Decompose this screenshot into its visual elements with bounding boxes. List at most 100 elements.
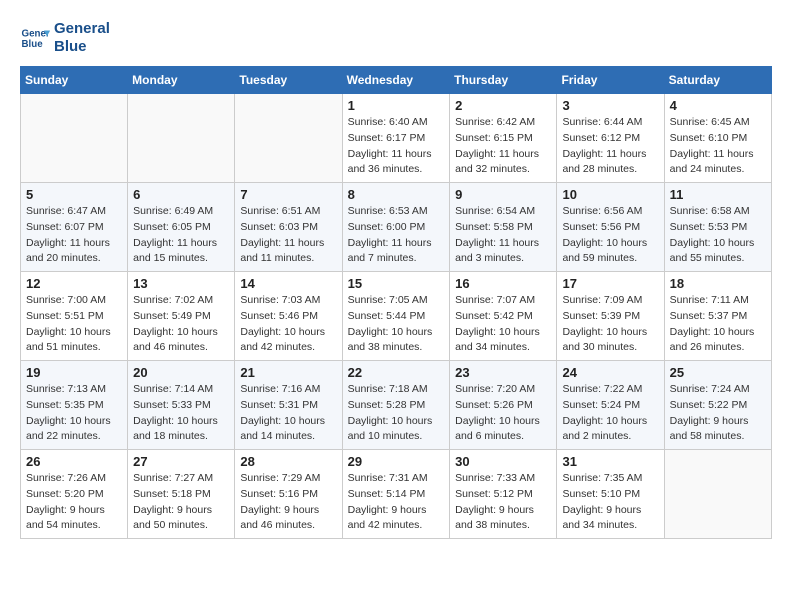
day-info: Sunrise: 7:35 AM Sunset: 5:10 PM Dayligh… bbox=[562, 471, 658, 534]
day-info: Sunrise: 7:22 AM Sunset: 5:24 PM Dayligh… bbox=[562, 382, 658, 445]
day-number: 27 bbox=[133, 454, 229, 469]
day-info: Sunrise: 7:33 AM Sunset: 5:12 PM Dayligh… bbox=[455, 471, 551, 534]
day-number: 9 bbox=[455, 187, 551, 202]
day-info: Sunrise: 7:31 AM Sunset: 5:14 PM Dayligh… bbox=[348, 471, 445, 534]
day-number: 24 bbox=[562, 365, 658, 380]
day-number: 16 bbox=[455, 276, 551, 291]
day-number: 17 bbox=[562, 276, 658, 291]
calendar-cell: 11 Sunrise: 6:58 AM Sunset: 5:53 PM Dayli… bbox=[664, 183, 771, 272]
day-info: Sunrise: 6:42 AM Sunset: 6:15 PM Dayligh… bbox=[455, 115, 551, 178]
calendar-cell: 20 Sunrise: 7:14 AM Sunset: 5:33 PM Dayli… bbox=[128, 361, 235, 450]
calendar-week-row: 19 Sunrise: 7:13 AM Sunset: 5:35 PM Dayli… bbox=[21, 361, 772, 450]
calendar-cell: 8 Sunrise: 6:53 AM Sunset: 6:00 PM Daylig… bbox=[342, 183, 450, 272]
day-number: 25 bbox=[670, 365, 766, 380]
calendar-cell: 12 Sunrise: 7:00 AM Sunset: 5:51 PM Dayli… bbox=[21, 272, 128, 361]
day-number: 22 bbox=[348, 365, 445, 380]
day-number: 1 bbox=[348, 98, 445, 113]
day-number: 21 bbox=[240, 365, 336, 380]
calendar-table: SundayMondayTuesdayWednesdayThursdayFrid… bbox=[20, 66, 772, 539]
logo: General Blue General Blue bbox=[20, 20, 110, 56]
calendar-cell: 27Sunrise: 7:27 AM Sunset: 5:18 PM Dayli… bbox=[128, 450, 235, 539]
calendar-cell: 4 Sunrise: 6:45 AM Sunset: 6:10 PM Daylig… bbox=[664, 94, 771, 183]
calendar-cell: 6Sunrise: 6:49 AM Sunset: 6:05 PM Daylig… bbox=[128, 183, 235, 272]
weekday-header: Wednesday bbox=[342, 67, 450, 94]
calendar-cell: 5 Sunrise: 6:47 AM Sunset: 6:07 PM Daylig… bbox=[21, 183, 128, 272]
day-info: Sunrise: 6:53 AM Sunset: 6:00 PM Dayligh… bbox=[348, 204, 445, 267]
calendar-cell bbox=[21, 94, 128, 183]
day-info: Sunrise: 7:29 AM Sunset: 5:16 PM Dayligh… bbox=[240, 471, 336, 534]
svg-text:Blue: Blue bbox=[22, 39, 44, 50]
weekday-header-row: SundayMondayTuesdayWednesdayThursdayFrid… bbox=[21, 67, 772, 94]
day-info: Sunrise: 6:47 AM Sunset: 6:07 PM Dayligh… bbox=[26, 204, 122, 267]
calendar-cell: 3 Sunrise: 6:44 AM Sunset: 6:12 PM Daylig… bbox=[557, 94, 664, 183]
day-info: Sunrise: 6:40 AM Sunset: 6:17 PM Dayligh… bbox=[348, 115, 445, 178]
day-info: Sunrise: 7:03 AM Sunset: 5:46 PM Dayligh… bbox=[240, 293, 336, 356]
calendar-week-row: 5 Sunrise: 6:47 AM Sunset: 6:07 PM Daylig… bbox=[21, 183, 772, 272]
calendar-cell: 31 Sunrise: 7:35 AM Sunset: 5:10 PM Dayli… bbox=[557, 450, 664, 539]
day-info: Sunrise: 7:16 AM Sunset: 5:31 PM Dayligh… bbox=[240, 382, 336, 445]
calendar-cell: 28Sunrise: 7:29 AM Sunset: 5:16 PM Dayli… bbox=[235, 450, 342, 539]
weekday-header: Monday bbox=[128, 67, 235, 94]
day-info: Sunrise: 7:02 AM Sunset: 5:49 PM Dayligh… bbox=[133, 293, 229, 356]
day-info: Sunrise: 7:13 AM Sunset: 5:35 PM Dayligh… bbox=[26, 382, 122, 445]
page-header: General Blue General Blue bbox=[20, 20, 772, 56]
calendar-cell: 24 Sunrise: 7:22 AM Sunset: 5:24 PM Dayli… bbox=[557, 361, 664, 450]
day-info: Sunrise: 6:45 AM Sunset: 6:10 PM Dayligh… bbox=[670, 115, 766, 178]
day-info: Sunrise: 6:54 AM Sunset: 5:58 PM Dayligh… bbox=[455, 204, 551, 267]
day-info: Sunrise: 7:00 AM Sunset: 5:51 PM Dayligh… bbox=[26, 293, 122, 356]
calendar-cell: 9 Sunrise: 6:54 AM Sunset: 5:58 PM Daylig… bbox=[450, 183, 557, 272]
calendar-cell: 26Sunrise: 7:26 AM Sunset: 5:20 PM Dayli… bbox=[21, 450, 128, 539]
logo-text2: Blue bbox=[54, 38, 110, 56]
day-number: 8 bbox=[348, 187, 445, 202]
day-number: 18 bbox=[670, 276, 766, 291]
day-info: Sunrise: 6:56 AM Sunset: 5:56 PM Dayligh… bbox=[562, 204, 658, 267]
day-info: Sunrise: 7:14 AM Sunset: 5:33 PM Dayligh… bbox=[133, 382, 229, 445]
calendar-week-row: 12 Sunrise: 7:00 AM Sunset: 5:51 PM Dayli… bbox=[21, 272, 772, 361]
day-info: Sunrise: 6:49 AM Sunset: 6:05 PM Dayligh… bbox=[133, 204, 229, 267]
calendar-cell bbox=[664, 450, 771, 539]
calendar-week-row: 26Sunrise: 7:26 AM Sunset: 5:20 PM Dayli… bbox=[21, 450, 772, 539]
calendar-cell: 18 Sunrise: 7:11 AM Sunset: 5:37 PM Dayli… bbox=[664, 272, 771, 361]
day-info: Sunrise: 7:24 AM Sunset: 5:22 PM Dayligh… bbox=[670, 382, 766, 445]
day-info: Sunrise: 7:07 AM Sunset: 5:42 PM Dayligh… bbox=[455, 293, 551, 356]
weekday-header: Sunday bbox=[21, 67, 128, 94]
calendar-cell: 13Sunrise: 7:02 AM Sunset: 5:49 PM Dayli… bbox=[128, 272, 235, 361]
day-number: 4 bbox=[670, 98, 766, 113]
day-info: Sunrise: 7:26 AM Sunset: 5:20 PM Dayligh… bbox=[26, 471, 122, 534]
day-number: 31 bbox=[562, 454, 658, 469]
day-info: Sunrise: 6:58 AM Sunset: 5:53 PM Dayligh… bbox=[670, 204, 766, 267]
day-number: 29 bbox=[348, 454, 445, 469]
calendar-cell: 15 Sunrise: 7:05 AM Sunset: 5:44 PM Dayli… bbox=[342, 272, 450, 361]
weekday-header: Thursday bbox=[450, 67, 557, 94]
day-number: 12 bbox=[26, 276, 122, 291]
day-info: Sunrise: 6:44 AM Sunset: 6:12 PM Dayligh… bbox=[562, 115, 658, 178]
weekday-header: Tuesday bbox=[235, 67, 342, 94]
logo-icon: General Blue bbox=[20, 23, 50, 53]
calendar-cell: 1 Sunrise: 6:40 AM Sunset: 6:17 PM Daylig… bbox=[342, 94, 450, 183]
day-info: Sunrise: 7:11 AM Sunset: 5:37 PM Dayligh… bbox=[670, 293, 766, 356]
day-number: 11 bbox=[670, 187, 766, 202]
calendar-cell: 21 Sunrise: 7:16 AM Sunset: 5:31 PM Dayli… bbox=[235, 361, 342, 450]
day-number: 5 bbox=[26, 187, 122, 202]
day-number: 15 bbox=[348, 276, 445, 291]
day-number: 3 bbox=[562, 98, 658, 113]
calendar-week-row: 1 Sunrise: 6:40 AM Sunset: 6:17 PM Daylig… bbox=[21, 94, 772, 183]
calendar-cell: 30Sunrise: 7:33 AM Sunset: 5:12 PM Dayli… bbox=[450, 450, 557, 539]
calendar-cell bbox=[235, 94, 342, 183]
day-info: Sunrise: 6:51 AM Sunset: 6:03 PM Dayligh… bbox=[240, 204, 336, 267]
calendar-cell: 17Sunrise: 7:09 AM Sunset: 5:39 PM Dayli… bbox=[557, 272, 664, 361]
calendar-cell: 10 Sunrise: 6:56 AM Sunset: 5:56 PM Dayli… bbox=[557, 183, 664, 272]
svg-text:General: General bbox=[22, 29, 51, 40]
day-info: Sunrise: 7:05 AM Sunset: 5:44 PM Dayligh… bbox=[348, 293, 445, 356]
day-number: 2 bbox=[455, 98, 551, 113]
calendar-cell: 22 Sunrise: 7:18 AM Sunset: 5:28 PM Dayli… bbox=[342, 361, 450, 450]
day-number: 7 bbox=[240, 187, 336, 202]
logo-text: General bbox=[54, 20, 110, 38]
calendar-cell: 7 Sunrise: 6:51 AM Sunset: 6:03 PM Daylig… bbox=[235, 183, 342, 272]
day-info: Sunrise: 7:18 AM Sunset: 5:28 PM Dayligh… bbox=[348, 382, 445, 445]
day-number: 20 bbox=[133, 365, 229, 380]
day-info: Sunrise: 7:20 AM Sunset: 5:26 PM Dayligh… bbox=[455, 382, 551, 445]
day-number: 10 bbox=[562, 187, 658, 202]
calendar-cell: 19 Sunrise: 7:13 AM Sunset: 5:35 PM Dayli… bbox=[21, 361, 128, 450]
day-number: 19 bbox=[26, 365, 122, 380]
